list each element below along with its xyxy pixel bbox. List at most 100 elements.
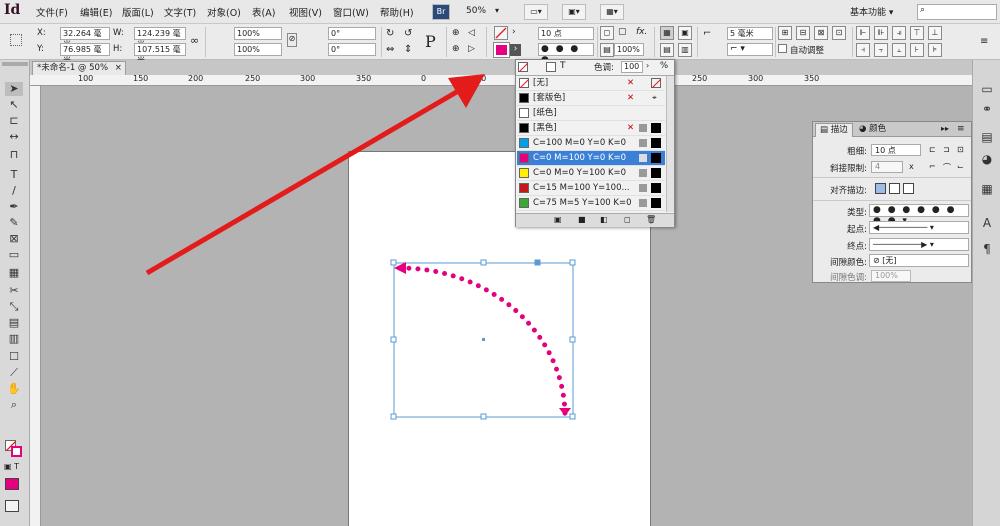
- corner-size-field[interactable]: 5 毫米: [727, 27, 773, 40]
- apply-color-icon[interactable]: [5, 478, 19, 490]
- swatch-row[interactable]: C=0 M=0 Y=100 K=0: [517, 166, 665, 181]
- bridge-button[interactable]: Br: [432, 4, 450, 20]
- fill-proportional-icon[interactable]: ⊡: [832, 26, 846, 40]
- wrap-jump-icon[interactable]: ▥: [678, 43, 692, 57]
- show-all-swatches-icon[interactable]: ▣: [554, 215, 562, 224]
- menu-object[interactable]: 对象(O): [207, 5, 241, 19]
- delete-swatch-icon[interactable]: 🗑: [646, 215, 656, 224]
- swatch-row[interactable]: [套版色] ✕ ⌖: [517, 91, 665, 106]
- menu-view[interactable]: 视图(V): [289, 5, 322, 19]
- flip-h-icon[interactable]: ⇔: [386, 44, 394, 55]
- rotate-ccw-icon[interactable]: ↺: [404, 28, 412, 39]
- character-panel-icon[interactable]: A: [979, 216, 995, 232]
- select-prev-icon[interactable]: ◁: [468, 28, 475, 38]
- rectangle-tool-icon[interactable]: ▭: [5, 248, 23, 262]
- new-swatch-icon[interactable]: ◻: [624, 215, 631, 224]
- fill-chevron-icon[interactable]: ›: [512, 27, 516, 37]
- align-right-icon[interactable]: ⫣: [892, 26, 906, 40]
- distribute-center-icon[interactable]: ⫟: [874, 43, 888, 57]
- hand-tool-icon[interactable]: ✋: [5, 382, 23, 396]
- fill-none-icon[interactable]: [494, 26, 508, 40]
- formatting-container-icon[interactable]: ▣ T: [4, 462, 19, 471]
- zoom-dropdown-icon[interactable]: ▾: [495, 6, 499, 15]
- handle-mr[interactable]: [569, 336, 576, 343]
- fit-proportional-icon[interactable]: ⊠: [814, 26, 828, 40]
- view-options-button[interactable]: ▭▾: [524, 4, 548, 20]
- align-middle-icon[interactable]: ⊥: [928, 26, 942, 40]
- free-transform-tool-icon[interactable]: ⤡: [5, 300, 23, 314]
- gradient-swatch-tool-icon[interactable]: ▤: [5, 316, 23, 330]
- swatch-row[interactable]: [无] ✕: [517, 76, 665, 91]
- dotted-arc-path[interactable]: [397, 265, 568, 419]
- corner-icon[interactable]: ⌐: [703, 28, 711, 39]
- line-tool-icon[interactable]: /: [5, 184, 23, 198]
- handle-br[interactable]: [569, 413, 576, 420]
- collapse-icon[interactable]: ▸▸: [941, 124, 949, 133]
- join-bevel-icon[interactable]: ⌙: [957, 162, 964, 171]
- stroke-color-icon[interactable]: [11, 446, 22, 457]
- scale-y-field[interactable]: 100%: [234, 43, 282, 56]
- cap-butt-icon[interactable]: ⊏: [929, 145, 936, 154]
- link-icon[interactable]: ⊘: [287, 33, 297, 47]
- table-tool-icon[interactable]: ▦: [5, 266, 23, 280]
- tint-dropdown-icon[interactable]: ›: [646, 61, 649, 70]
- handle-ml[interactable]: [390, 336, 397, 343]
- paragraph-panel-icon[interactable]: ¶: [979, 242, 995, 258]
- wrap-none-icon[interactable]: ▦: [660, 26, 674, 40]
- join-miter-icon[interactable]: ⌐: [929, 162, 936, 171]
- menu-layout[interactable]: 版面(L): [122, 5, 154, 19]
- distribute-top-icon[interactable]: ⊦: [910, 43, 924, 57]
- start-dropdown[interactable]: ◀────────── ▾: [869, 221, 969, 234]
- pencil-tool-icon[interactable]: ✎: [5, 216, 23, 230]
- distribute-right-icon[interactable]: ⫠: [892, 43, 906, 57]
- page-tool-icon[interactable]: ⊏: [5, 114, 23, 128]
- rectangle-frame-tool-icon[interactable]: ⊠: [5, 232, 23, 246]
- stroke-panel-icon[interactable]: ▤: [979, 130, 995, 146]
- screen-mode-button[interactable]: ▣▾: [562, 4, 586, 20]
- content-collector-icon[interactable]: ⊓: [5, 148, 23, 162]
- select-container-icon[interactable]: ⊕: [452, 28, 460, 38]
- swatch-row[interactable]: C=100 M=0 Y=0 K=0: [517, 136, 665, 151]
- opacity-field[interactable]: 100%: [614, 43, 644, 56]
- stroke-swatch-icon[interactable]: [493, 42, 510, 58]
- select-content-icon[interactable]: ⊕: [452, 44, 460, 54]
- swatch-row[interactable]: C=75 M=5 Y=100 K=0: [517, 196, 665, 211]
- rotate-field[interactable]: 0°: [328, 27, 376, 40]
- menu-file[interactable]: 文件(F): [36, 5, 68, 19]
- join-round-icon[interactable]: ⌒: [943, 162, 951, 173]
- show-gradient-swatches-icon[interactable]: ◧: [600, 215, 608, 224]
- gap-tool-icon[interactable]: ↔: [5, 130, 23, 144]
- wrap-bbox-icon[interactable]: ▣: [678, 26, 692, 40]
- menu-table[interactable]: 表(A): [252, 5, 275, 19]
- swatch-row[interactable]: [黑色] ✕: [517, 121, 665, 136]
- panel-menu-icon[interactable]: ≡: [980, 36, 988, 47]
- swatches-panel-icon[interactable]: ▦: [979, 182, 995, 198]
- align-top-icon[interactable]: ⊤: [910, 26, 924, 40]
- zoom-level[interactable]: 50%: [466, 6, 486, 16]
- links-panel-icon[interactable]: ⚭: [979, 102, 995, 118]
- gap-tint-field[interactable]: 100%: [871, 270, 911, 282]
- fill-none-icon[interactable]: [518, 62, 529, 73]
- distribute-bottom-icon[interactable]: ⊧: [928, 43, 942, 57]
- selection-tool-icon[interactable]: ➤: [5, 82, 23, 96]
- y-field[interactable]: 76.985 毫米: [60, 43, 110, 65]
- scrollbar[interactable]: [666, 76, 674, 212]
- swatch-row[interactable]: C=15 M=100 Y=100...: [517, 181, 665, 196]
- scale-x-field[interactable]: 100%: [234, 27, 282, 40]
- tab-document[interactable]: *未命名-1 @ 50% ×: [32, 61, 126, 75]
- h-field[interactable]: 107.515 毫米: [134, 43, 186, 65]
- fit-content-icon[interactable]: ⊞: [778, 26, 792, 40]
- p-icon[interactable]: P: [425, 32, 436, 51]
- wrap-shape-icon[interactable]: ▤: [660, 43, 674, 57]
- swatch-row[interactable]: [纸色]: [517, 106, 665, 121]
- handle-tr[interactable]: [569, 259, 576, 266]
- gap-color-dropdown[interactable]: ⊘ [无]: [869, 254, 969, 267]
- weight-field[interactable]: 10 点: [871, 144, 921, 156]
- menu-window[interactable]: 窗口(W): [333, 5, 369, 19]
- show-color-swatches-icon[interactable]: ■: [578, 215, 586, 224]
- drop-shadow-icon[interactable]: ◻: [600, 26, 614, 40]
- pen-tool-icon[interactable]: ✒: [5, 200, 23, 214]
- stroke-weight-field[interactable]: 10 点: [538, 27, 594, 40]
- close-icon[interactable]: ×: [115, 63, 122, 73]
- zoom-tool-icon[interactable]: ⌕: [5, 398, 23, 412]
